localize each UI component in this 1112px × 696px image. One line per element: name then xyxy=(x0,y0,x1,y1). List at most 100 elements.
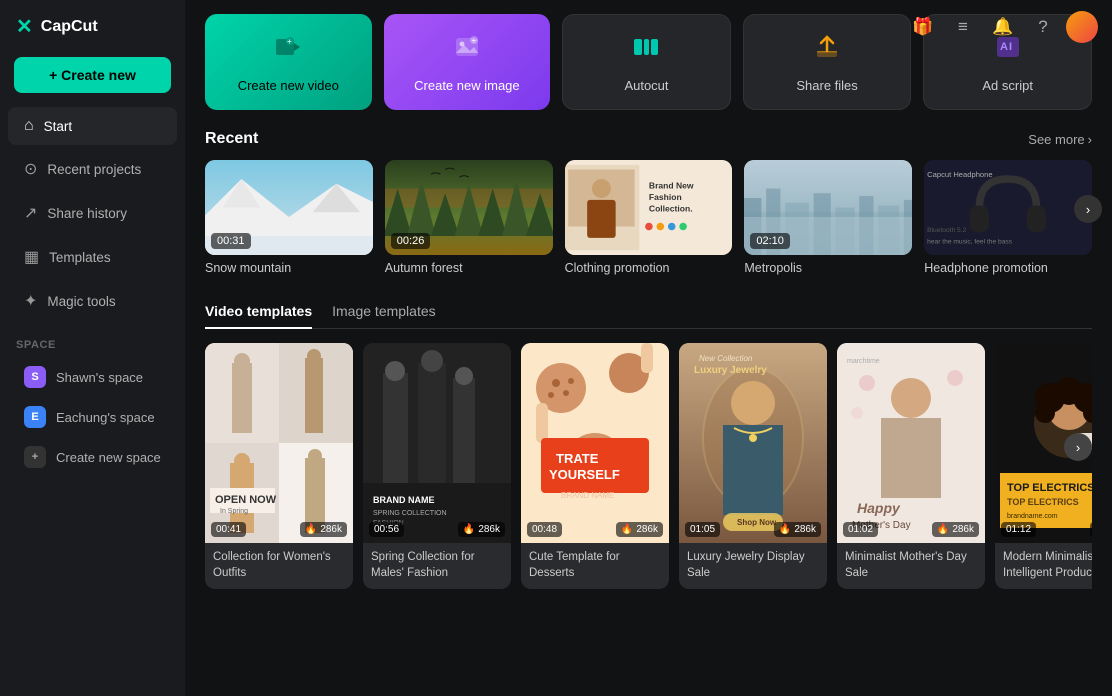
space-label-create: Create new space xyxy=(56,450,161,465)
svg-text:Shop Now: Shop Now xyxy=(737,518,777,527)
sidebar-label-magic: Magic tools xyxy=(47,294,115,309)
svg-text:marchtime: marchtime xyxy=(847,358,880,365)
templates-icon: ▦ xyxy=(24,247,39,267)
recent-section-header: Recent See more › xyxy=(205,130,1092,148)
label-clothing: Clothing promotion xyxy=(565,261,733,275)
template-title-2: Spring Collection for Males' Fashion xyxy=(371,549,503,581)
template-card-3[interactable]: TRATE YOURSELF BRAND NAME 00:48 🔥 286k C… xyxy=(521,343,669,589)
svg-text:New Collection: New Collection xyxy=(699,354,753,363)
space-eachung[interactable]: E Eachung's space xyxy=(8,398,177,436)
template-info-5: Minimalist Mother's Day Sale xyxy=(837,543,985,589)
svg-text:SPRING COLLECTION: SPRING COLLECTION xyxy=(373,510,447,517)
avatar-plus-icon: + xyxy=(24,446,46,468)
template-fire-3: 🔥 286k xyxy=(616,522,663,537)
svg-text:Collection.: Collection. xyxy=(648,203,692,213)
template-card-6[interactable]: TOP ELECTRICS TOP ELECTRICS brandname.co… xyxy=(995,343,1092,589)
sidebar-label-templates: Templates xyxy=(49,250,111,265)
thumb-metropolis: 02:10 xyxy=(744,160,912,255)
template-fire-6: 🔥 286k xyxy=(1090,522,1092,537)
recent-item-metropolis[interactable]: 02:10 Metropolis xyxy=(744,160,912,275)
thumb-clothing: Brand New Fashion Collection. xyxy=(565,160,733,255)
see-more-button[interactable]: See more › xyxy=(1028,132,1092,147)
template-info-3: Cute Template for Desserts xyxy=(521,543,669,589)
recent-items-row: 00:31 Snow mountain xyxy=(205,160,1092,275)
autocut-card[interactable]: Autocut xyxy=(562,14,731,110)
template-title-4: Luxury Jewelry Display Sale xyxy=(687,549,819,581)
thumb-headphone: Capcut Headphone hear the music, feel th… xyxy=(924,160,1092,255)
share-files-icon xyxy=(811,31,843,70)
create-new-video-card[interactable]: + Create new video xyxy=(205,14,372,110)
space-label-eachung: Eachung's space xyxy=(56,410,155,425)
gift-icon[interactable]: 🎁 xyxy=(906,10,940,44)
space-label: SPACE xyxy=(0,323,185,357)
template-info-1: Collection for Women's Outfits xyxy=(205,543,353,589)
svg-text:hear the music, feel the bass: hear the music, feel the bass xyxy=(927,239,1013,246)
space-create-new[interactable]: + Create new space xyxy=(8,438,177,476)
svg-text:BRAND NAME: BRAND NAME xyxy=(561,491,614,500)
recent-title: Recent xyxy=(205,130,258,148)
create-video-label: Create new video xyxy=(238,78,339,93)
template-badge-5: 01:02 xyxy=(843,522,878,537)
create-image-label: Create new image xyxy=(414,78,520,93)
sidebar: ✕ CapCut + Create new ⌂ Start ⊙ Recent p… xyxy=(0,0,185,696)
svg-text:brandname.com: brandname.com xyxy=(1007,513,1058,520)
template-card-4[interactable]: New Collection Luxury Jewelry Shop Now 0… xyxy=(679,343,827,589)
svg-text:BRAND NAME: BRAND NAME xyxy=(373,495,435,505)
sidebar-item-templates[interactable]: ▦ Templates xyxy=(8,237,177,277)
template-badge-3: 00:48 xyxy=(527,522,562,537)
sidebar-label-history: Share history xyxy=(47,206,127,221)
template-badge-2: 00:56 xyxy=(369,522,404,537)
user-avatar[interactable] xyxy=(1066,11,1098,43)
svg-text:Capcut Headphone: Capcut Headphone xyxy=(927,170,992,179)
template-fire-1: 🔥 286k xyxy=(300,522,347,537)
share-files-card[interactable]: Share files xyxy=(743,14,912,110)
share-files-label: Share files xyxy=(796,78,857,93)
svg-text:Fashion: Fashion xyxy=(648,192,681,202)
logo-text: CapCut xyxy=(41,18,98,36)
badge-snow: 00:31 xyxy=(211,233,251,249)
svg-text:+: + xyxy=(287,37,292,46)
sidebar-item-recent[interactable]: ⊙ Recent projects xyxy=(8,149,177,189)
space-shawn[interactable]: S Shawn's space xyxy=(8,358,177,396)
template-card-5[interactable]: Happy Mother's Day marchtime 01:02 🔥 286… xyxy=(837,343,985,589)
create-new-image-card[interactable]: + Create new image xyxy=(384,14,551,110)
sidebar-item-start[interactable]: ⌂ Start xyxy=(8,107,177,145)
sidebar-item-magic[interactable]: ✦ Magic tools xyxy=(8,281,177,321)
tab-video-templates[interactable]: Video templates xyxy=(205,295,312,329)
template-thumb-2: BRAND NAME SPRING COLLECTION FASHION 00:… xyxy=(363,343,511,543)
notification-icon[interactable]: 🔔 xyxy=(986,10,1020,44)
label-headphone: Headphone promotion xyxy=(924,261,1092,275)
badge-forest: 00:26 xyxy=(391,233,431,249)
template-title-6: Modern Minimalist Intelligent Product Pr… xyxy=(1003,549,1092,581)
svg-text:Bluetooth 5.2: Bluetooth 5.2 xyxy=(927,227,966,234)
template-fire-4: 🔥 286k xyxy=(774,522,821,537)
image-card-icon: + xyxy=(451,31,483,70)
recent-item-forest[interactable]: 00:26 Autumn forest xyxy=(385,160,553,275)
logo-icon: ✕ xyxy=(16,14,33,39)
avatar-shawn: S xyxy=(24,366,46,388)
template-scroll-right[interactable]: › xyxy=(1064,433,1092,461)
label-metropolis: Metropolis xyxy=(744,261,912,275)
svg-text:+: + xyxy=(471,36,476,45)
template-cards-row: OPEN NOW In Spring 00:41 🔥 286k Collecti… xyxy=(205,343,1092,589)
template-tabs: Video templates Image templates xyxy=(205,295,1092,329)
recent-item-clothing[interactable]: Brand New Fashion Collection. Clothing p… xyxy=(565,160,733,275)
sidebar-item-history[interactable]: ↗ Share history xyxy=(8,193,177,233)
recent-item-headphone[interactable]: Capcut Headphone hear the music, feel th… xyxy=(924,160,1092,275)
template-card-1[interactable]: OPEN NOW In Spring 00:41 🔥 286k Collecti… xyxy=(205,343,353,589)
recent-item-snow[interactable]: 00:31 Snow mountain xyxy=(205,160,373,275)
template-card-2[interactable]: BRAND NAME SPRING COLLECTION FASHION 00:… xyxy=(363,343,511,589)
help-icon[interactable]: ? xyxy=(1026,10,1060,44)
tab-image-templates[interactable]: Image templates xyxy=(332,295,436,329)
main-content: + Create new video + Create new image xyxy=(185,0,1112,696)
svg-text:TOP ELECTRICS: TOP ELECTRICS xyxy=(1007,482,1092,494)
template-title-3: Cute Template for Desserts xyxy=(529,549,661,581)
menu-icon[interactable]: ≡ xyxy=(946,10,980,44)
thumb-forest: 00:26 xyxy=(385,160,553,255)
label-forest: Autumn forest xyxy=(385,261,553,275)
recent-scroll-right[interactable]: › xyxy=(1074,195,1102,223)
create-new-button[interactable]: + Create new xyxy=(14,57,171,93)
recent-icon: ⊙ xyxy=(24,159,37,179)
avatar-eachung: E xyxy=(24,406,46,428)
sidebar-label-recent: Recent projects xyxy=(47,162,141,177)
